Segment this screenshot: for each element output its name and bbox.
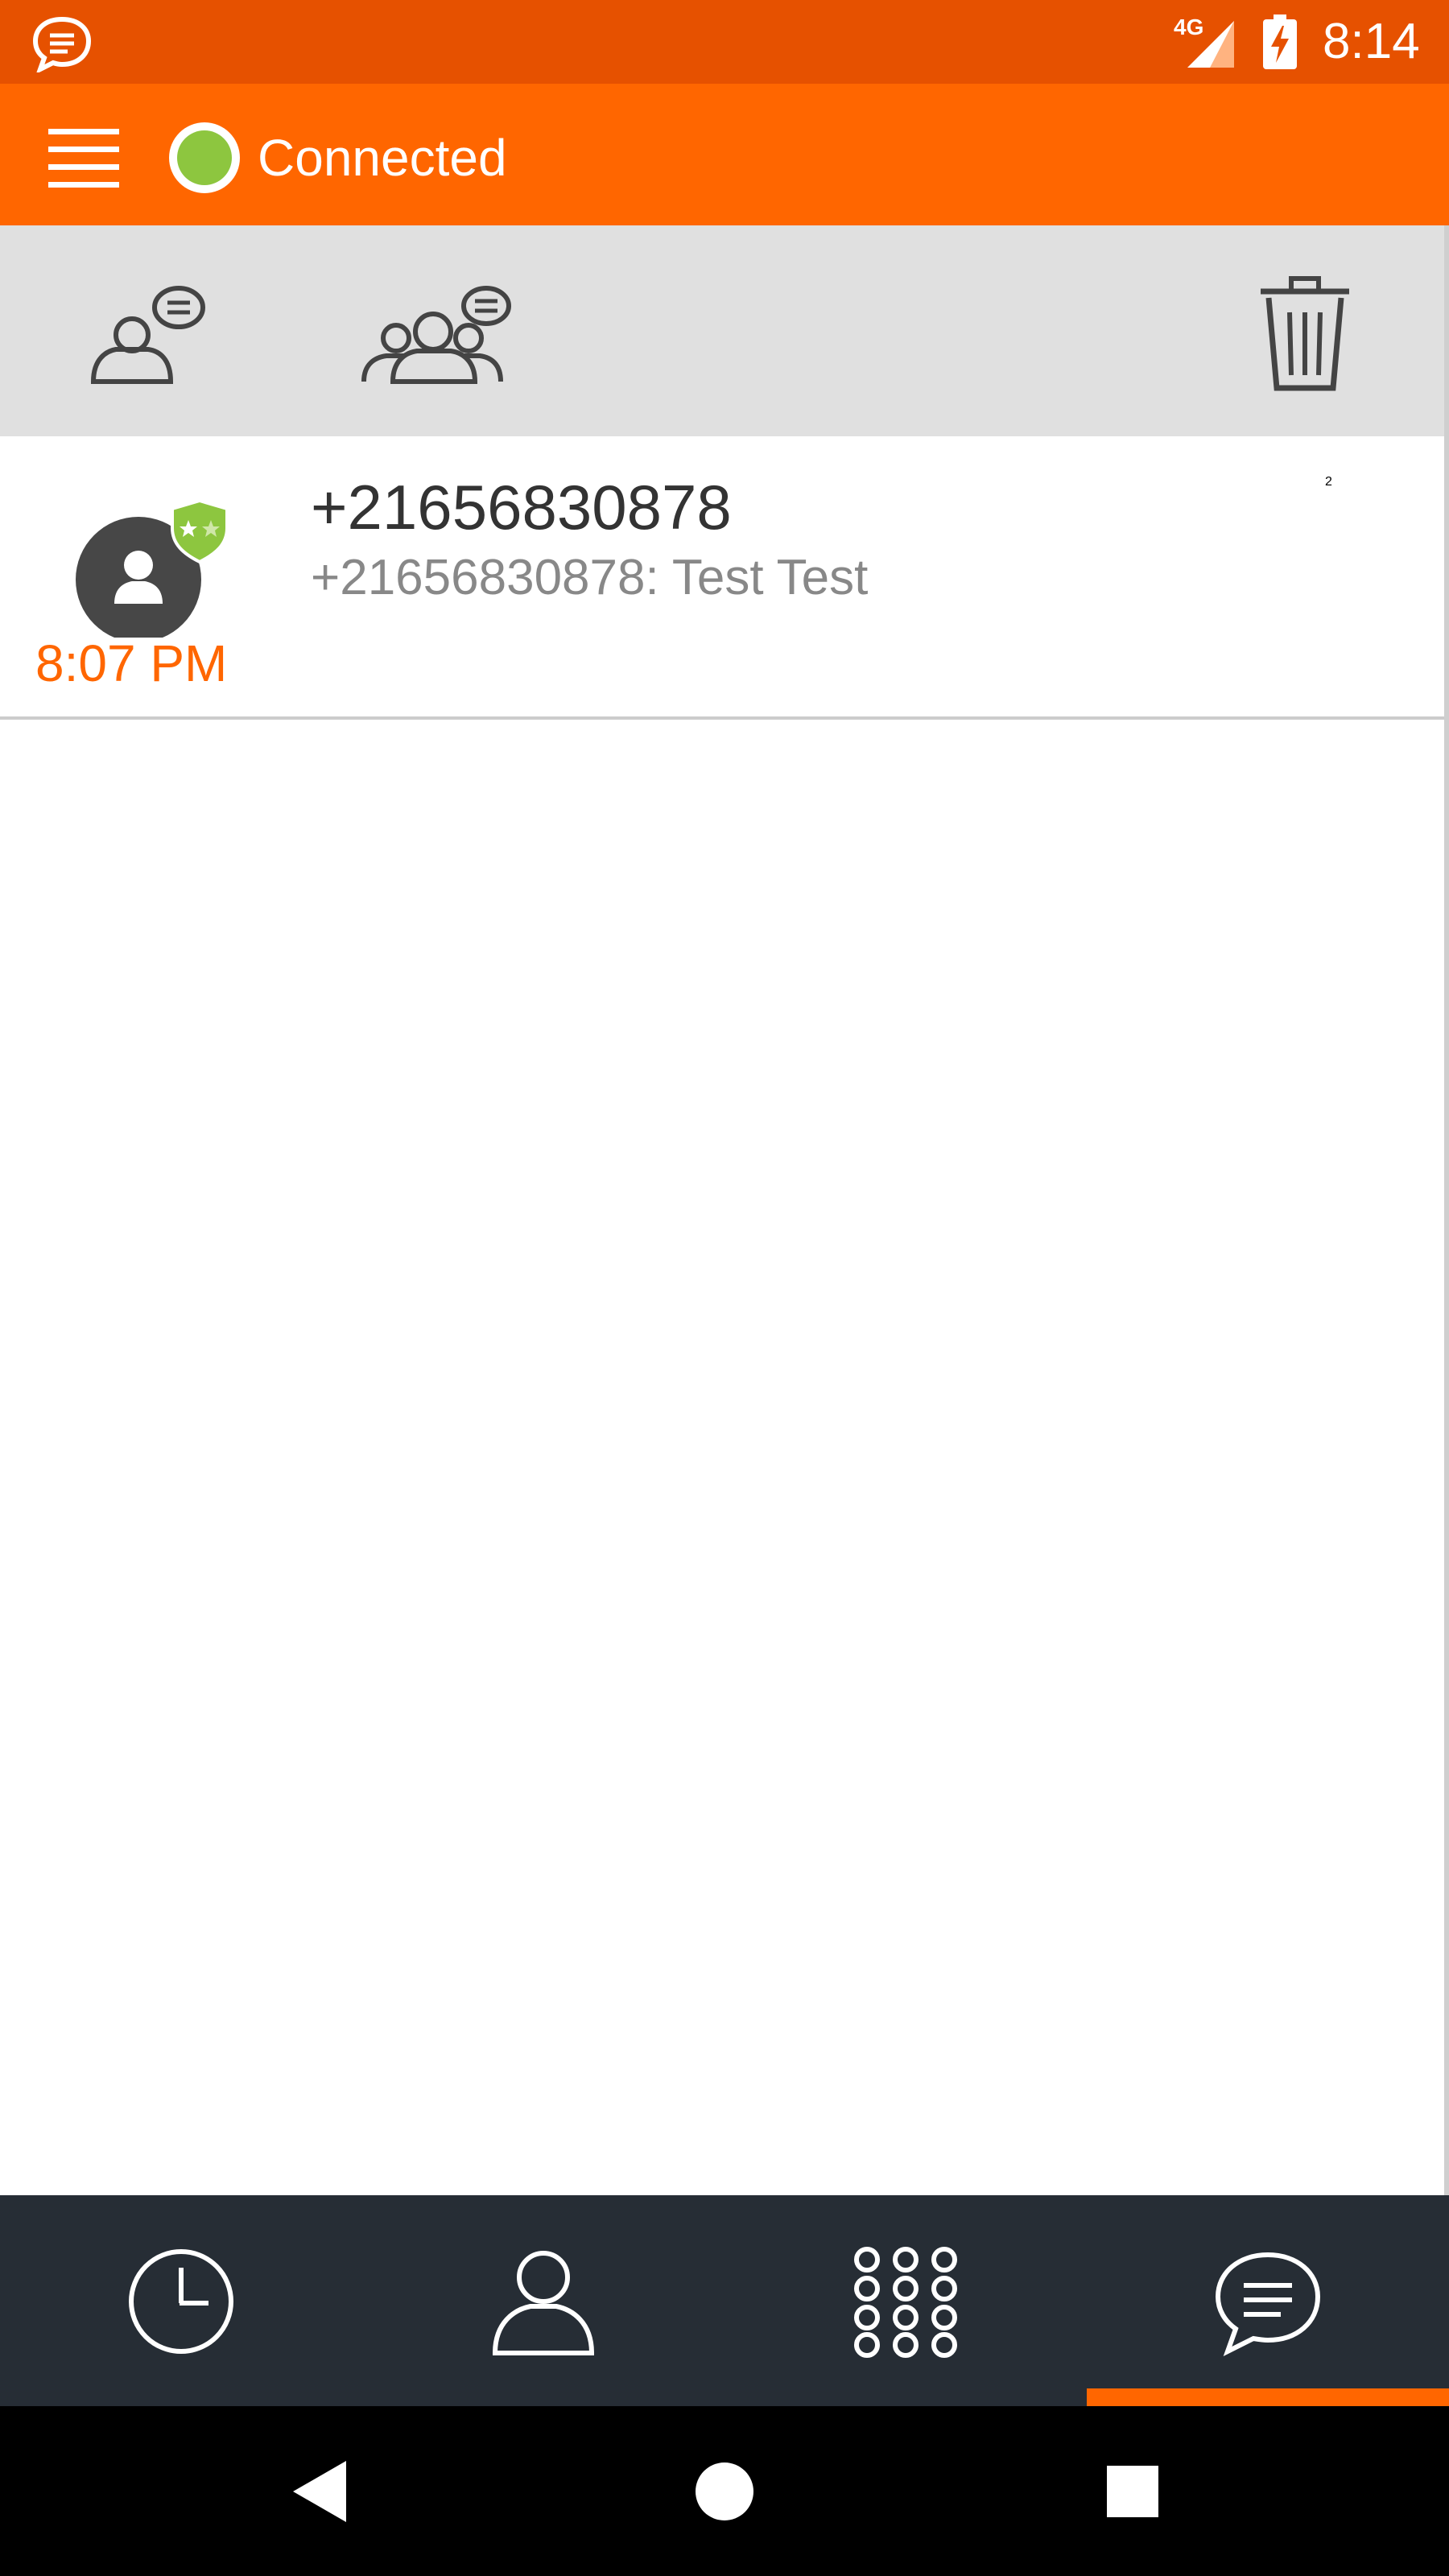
conversation-name: +21656830878: [311, 472, 732, 543]
conversation-row[interactable]: 8:07 PM +21656830878 +21656830878: Test …: [0, 436, 1444, 720]
messages-chat-icon: [1215, 2252, 1321, 2357]
dialpad-icon: [854, 2247, 957, 2358]
trash-icon[interactable]: [1253, 274, 1357, 394]
signal-icon: [1187, 21, 1234, 68]
app-bar: Connected: [0, 84, 1449, 225]
back-icon[interactable]: [282, 2451, 362, 2532]
status-bar: 4G 8:14: [0, 0, 1449, 84]
contacts-person-icon: [492, 2251, 595, 2355]
contact-avatar: [76, 498, 229, 638]
connection-status-label: Connected: [258, 129, 507, 187]
recents-icon[interactable]: [1092, 2451, 1173, 2532]
conversation-time: 8:07 PM: [35, 634, 228, 692]
conversation-preview: +21656830878: Test Test: [311, 550, 869, 605]
tab-dialpad[interactable]: [724, 2195, 1087, 2406]
notification-chat-icon: [32, 16, 92, 72]
hamburger-menu-icon[interactable]: [45, 119, 122, 192]
unread-badge: 2: [1325, 475, 1332, 489]
home-icon[interactable]: [684, 2451, 765, 2532]
new-group-chat-icon[interactable]: [354, 282, 515, 386]
bottom-navigation: [0, 2195, 1449, 2406]
active-tab-indicator: [1087, 2388, 1449, 2406]
new-chat-icon[interactable]: [80, 282, 209, 386]
history-clock-icon: [129, 2249, 233, 2354]
conversation-list: 8:07 PM +21656830878 +21656830878: Test …: [0, 436, 1449, 2195]
battery-charging-icon: [1263, 14, 1297, 69]
system-navigation-bar: [0, 2406, 1449, 2576]
chat-toolbar: [0, 225, 1449, 436]
connection-status-dot: [169, 122, 240, 193]
tab-messages[interactable]: [1087, 2195, 1449, 2406]
tab-history[interactable]: [0, 2195, 362, 2406]
tab-contacts[interactable]: [362, 2195, 724, 2406]
status-clock: 8:14: [1323, 14, 1420, 69]
